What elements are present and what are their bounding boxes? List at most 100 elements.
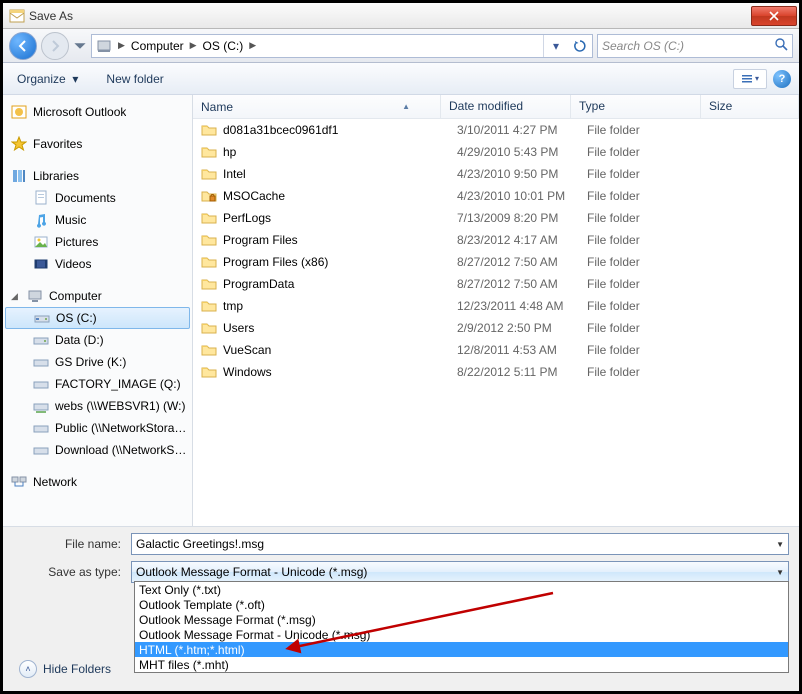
folder-icon [201, 144, 217, 160]
table-row[interactable]: Program Files (x86)8/27/2012 7:50 AMFile… [193, 251, 799, 273]
nav-drive-d[interactable]: Data (D:) [3, 329, 192, 351]
file-name: Users [223, 321, 254, 335]
nav-drive-c[interactable]: OS (C:) [5, 307, 190, 329]
folder-icon [201, 364, 217, 380]
nav-download-share[interactable]: Download (\\NetworkStorage) [3, 439, 192, 461]
music-icon [33, 212, 49, 228]
file-type: File folder [579, 211, 709, 225]
chevron-right-icon[interactable]: ▶ [247, 40, 258, 51]
table-row[interactable]: Intel4/23/2010 9:50 PMFile folder [193, 163, 799, 185]
folder-icon [201, 166, 217, 182]
breadcrumb-computer[interactable]: Computer [127, 35, 188, 57]
column-type[interactable]: Type [571, 95, 701, 118]
filename-label: File name: [13, 537, 123, 551]
file-date: 4/29/2010 5:43 PM [449, 145, 579, 159]
sort-asc-icon: ▲ [402, 102, 410, 111]
file-type: File folder [579, 321, 709, 335]
file-type: File folder [579, 123, 709, 137]
folder-icon [201, 276, 217, 292]
nav-libraries[interactable]: Libraries [3, 165, 192, 187]
previous-locations-button[interactable]: ▾ [544, 35, 568, 57]
nav-videos[interactable]: Videos [3, 253, 192, 275]
dropdown-icon[interactable]: ▼ [776, 540, 784, 549]
help-button[interactable]: ? [773, 70, 791, 88]
table-row[interactable]: ProgramData8/27/2012 7:50 AMFile folder [193, 273, 799, 295]
saveastype-option[interactable]: Outlook Template (*.oft) [135, 597, 788, 612]
column-size[interactable]: Size [701, 95, 799, 118]
bottom-panel: File name: Galactic Greetings!.msg ▼ Sav… [3, 527, 799, 691]
saveastype-option[interactable]: Text Only (*.txt) [135, 582, 788, 597]
network-icon [11, 474, 27, 490]
organize-button[interactable]: Organize ▾ [11, 69, 84, 89]
file-type: File folder [579, 343, 709, 357]
column-name[interactable]: Name▲ [193, 95, 441, 118]
save-as-dialog: Save As ▶ Computer ▶ OS (C:) ▶ ▾ [0, 0, 802, 694]
nav-drive-w[interactable]: webs (\\WEBSVR1) (W:) [3, 395, 192, 417]
chevron-right-icon[interactable]: ▶ [188, 40, 199, 51]
table-row[interactable]: Windows8/22/2012 5:11 PMFile folder [193, 361, 799, 383]
network-drive-icon [33, 420, 49, 436]
nav-pictures[interactable]: Pictures [3, 231, 192, 253]
table-row[interactable]: VueScan12/8/2011 4:53 AMFile folder [193, 339, 799, 361]
column-date[interactable]: Date modified [441, 95, 571, 118]
table-row[interactable]: d081a31bcec0961df13/10/2011 4:27 PMFile … [193, 119, 799, 141]
collapse-icon[interactable]: ◢ [11, 291, 21, 302]
videos-icon [33, 256, 49, 272]
back-button[interactable] [9, 32, 37, 60]
file-type: File folder [579, 255, 709, 269]
nav-drive-q[interactable]: FACTORY_IMAGE (Q:) [3, 373, 192, 395]
refresh-button[interactable] [568, 35, 592, 57]
forward-button[interactable] [41, 32, 69, 60]
nav-favorites[interactable]: Favorites [3, 133, 192, 155]
file-type: File folder [579, 145, 709, 159]
nav-public-share[interactable]: Public (\\NetworkStorage) [3, 417, 192, 439]
titlebar: Save As [3, 3, 799, 29]
saveastype-combo[interactable]: Outlook Message Format - Unicode (*.msg)… [131, 561, 789, 583]
breadcrumb-drive[interactable]: OS (C:) [199, 35, 248, 57]
filename-input[interactable]: Galactic Greetings!.msg ▼ [131, 533, 789, 555]
new-folder-button[interactable]: New folder [100, 69, 169, 89]
nav-network[interactable]: Network [3, 471, 192, 493]
table-row[interactable]: PerfLogs7/13/2009 8:20 PMFile folder [193, 207, 799, 229]
file-type: File folder [579, 299, 709, 313]
table-row[interactable]: tmp12/23/2011 4:48 AMFile folder [193, 295, 799, 317]
folder-icon [201, 254, 217, 270]
drive-icon [33, 376, 49, 392]
file-date: 3/10/2011 4:27 PM [449, 123, 579, 137]
table-row[interactable]: Program Files8/23/2012 4:17 AMFile folde… [193, 229, 799, 251]
table-row[interactable]: MSOCache4/23/2010 10:01 PMFile folder [193, 185, 799, 207]
chevron-right-icon[interactable]: ▶ [116, 40, 127, 51]
table-row[interactable]: hp4/29/2010 5:43 PMFile folder [193, 141, 799, 163]
saveastype-option[interactable]: Outlook Message Format - Unicode (*.msg) [135, 627, 788, 642]
folder-icon [201, 342, 217, 358]
file-name: Windows [223, 365, 272, 379]
breadcrumb-root[interactable] [92, 35, 116, 57]
file-date: 2/9/2012 2:50 PM [449, 321, 579, 335]
file-name: PerfLogs [223, 211, 271, 225]
table-row[interactable]: Users 2/9/2012 2:50 PMFile folder [193, 317, 799, 339]
search-input[interactable]: Search OS (C:) [597, 34, 793, 58]
file-rows: d081a31bcec0961df13/10/2011 4:27 PMFile … [193, 119, 799, 383]
drive-icon [33, 354, 49, 370]
history-button[interactable] [73, 32, 87, 60]
saveastype-option[interactable]: Outlook Message Format (*.msg) [135, 612, 788, 627]
nav-computer[interactable]: ◢ Computer [3, 285, 192, 307]
folder-icon [201, 210, 217, 226]
saveastype-option[interactable]: HTML (*.htm;*.html) [135, 642, 788, 657]
nav-outlook[interactable]: Microsoft Outlook [3, 101, 192, 123]
file-name: Intel [223, 167, 246, 181]
saveastype-row: Save as type: Outlook Message Format - U… [13, 561, 789, 583]
filename-row: File name: Galactic Greetings!.msg ▼ [13, 533, 789, 555]
file-type: File folder [579, 365, 709, 379]
change-view-button[interactable]: ▾ [733, 69, 767, 89]
close-button[interactable] [751, 6, 797, 26]
navigation-pane: Microsoft Outlook Favorites Libraries Do… [3, 95, 193, 526]
nav-documents[interactable]: Documents [3, 187, 192, 209]
saveastype-dropdown[interactable]: Text Only (*.txt)Outlook Template (*.oft… [134, 581, 789, 673]
address-bar[interactable]: ▶ Computer ▶ OS (C:) ▶ ▾ [91, 34, 593, 58]
nav-drive-k[interactable]: GS Drive (K:) [3, 351, 192, 373]
file-date: 12/23/2011 4:48 AM [449, 299, 579, 313]
nav-music[interactable]: Music [3, 209, 192, 231]
saveastype-option[interactable]: MHT files (*.mht) [135, 657, 788, 672]
dropdown-icon[interactable]: ▼ [776, 568, 784, 577]
